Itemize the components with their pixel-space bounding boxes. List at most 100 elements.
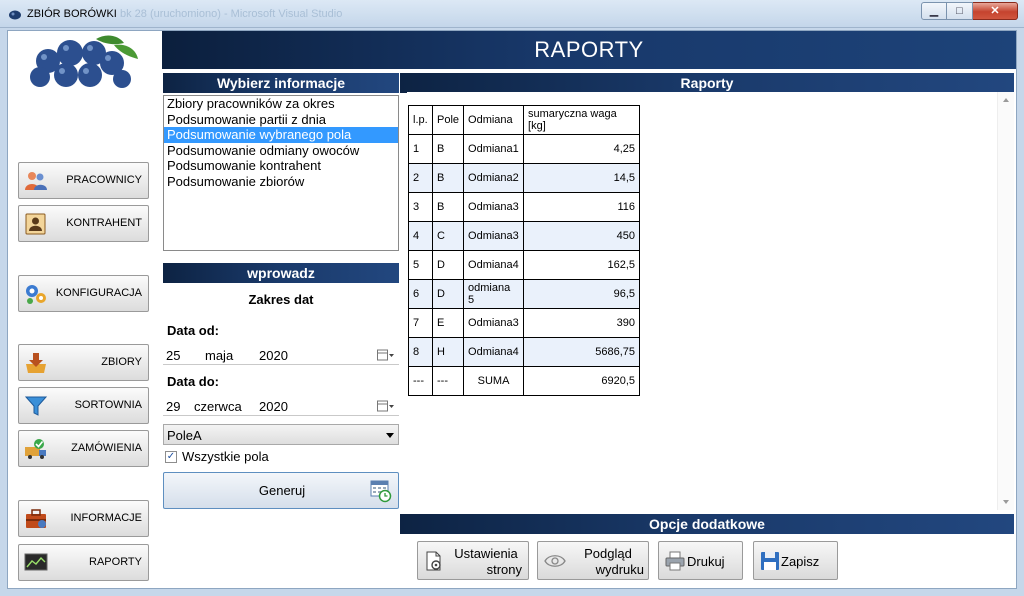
info-list[interactable]: Zbiory pracowników za okres Podsumowanie… bbox=[163, 95, 399, 251]
table-row: 4 C Odmiana3 450 bbox=[408, 221, 641, 251]
report-viewer[interactable]: l.p. Pole Odmiana sumaryczna waga [kg] 1… bbox=[407, 92, 1014, 510]
cell: Odmiana1 bbox=[463, 134, 525, 164]
date-from-day: 25 bbox=[166, 348, 181, 363]
cell: 14,5 bbox=[523, 163, 641, 193]
sidebar-item-pracownicy[interactable]: PRACOWNICY bbox=[18, 162, 149, 199]
date-range-label: Zakres dat bbox=[248, 292, 314, 307]
column-header: l.p. bbox=[408, 105, 433, 135]
sidebar-item-label: KONFIGURACJA bbox=[55, 287, 142, 299]
chevron-down-icon bbox=[386, 433, 394, 438]
close-button[interactable]: ✕ bbox=[973, 2, 1018, 20]
table-row: 6 Dodmiana 5 96,5 bbox=[408, 279, 641, 309]
generate-button[interactable]: Generuj bbox=[163, 472, 399, 509]
cell: odmiana 5 bbox=[463, 279, 525, 309]
sidebar: PRACOWNICY KONTRAHENT KONFIGURACJA ZBIOR… bbox=[8, 31, 160, 588]
table-total-row: --- --- SUMA 6920,5 bbox=[408, 366, 641, 396]
cell: 7 bbox=[408, 308, 433, 338]
calendar-dropdown-icon[interactable] bbox=[377, 349, 395, 361]
list-item[interactable]: Zbiory pracowników za okres bbox=[164, 96, 398, 112]
cell: B bbox=[431, 192, 465, 222]
sidebar-item-kontrahent[interactable]: KONTRAHENT bbox=[18, 205, 149, 242]
report-panel-title: Raporty bbox=[400, 73, 1014, 93]
cell: 5 bbox=[408, 250, 433, 280]
field-select-value: PoleA bbox=[167, 428, 202, 443]
sidebar-item-raporty[interactable]: RAPORTY bbox=[18, 544, 149, 581]
list-item[interactable]: Podsumowanie odmiany owoców bbox=[164, 143, 398, 159]
column-header: Odmiana bbox=[463, 105, 525, 135]
chart-monitor-icon bbox=[24, 553, 48, 571]
funnel-icon bbox=[24, 396, 48, 416]
cell: Odmiana3 bbox=[463, 192, 525, 222]
table-row: 1 B Odmiana1 4,25 bbox=[408, 134, 641, 164]
users-icon bbox=[25, 172, 47, 190]
sidebar-item-label: SORTOWNIA bbox=[74, 399, 142, 411]
date-to-year: 2020 bbox=[259, 399, 288, 414]
cell: --- bbox=[408, 366, 433, 396]
scroll-down-arrow-icon[interactable] bbox=[1003, 500, 1009, 504]
date-to-picker[interactable]: 29 czerwca 2020 bbox=[163, 396, 399, 416]
blueberries-logo bbox=[30, 35, 138, 88]
cell: D bbox=[431, 250, 465, 280]
printer-icon bbox=[665, 551, 685, 571]
table-row: 2 B Odmiana2 14,5 bbox=[408, 163, 641, 193]
list-item[interactable]: Podsumowanie zbiorów bbox=[164, 174, 398, 190]
page-title: RAPORTY bbox=[162, 31, 1016, 69]
print-preview-button[interactable]: Podgląd wydruku bbox=[537, 541, 649, 580]
download-tray-icon bbox=[26, 353, 46, 373]
vertical-scrollbar[interactable] bbox=[997, 92, 1014, 510]
table-row: 3 B Odmiana3 116 bbox=[408, 192, 641, 222]
field-select[interactable]: PoleA bbox=[163, 424, 399, 445]
all-fields-label: Wszystkie pola bbox=[182, 449, 269, 464]
sidebar-item-konfiguracja[interactable]: KONFIGURACJA bbox=[18, 275, 149, 312]
sidebar-item-informacje[interactable]: INFORMACJE bbox=[18, 500, 149, 537]
date-from-month: maja bbox=[205, 348, 234, 363]
eye-icon bbox=[544, 555, 566, 567]
minimize-button[interactable]: ▁ bbox=[921, 2, 947, 20]
contact-card-icon bbox=[25, 213, 46, 235]
list-item-selected[interactable]: Podsumowanie wybranego pola bbox=[164, 127, 398, 143]
list-item[interactable]: Podsumowanie partii z dnia bbox=[164, 112, 398, 128]
cell: 4,25 bbox=[523, 134, 641, 164]
save-button[interactable]: Zapisz bbox=[753, 541, 838, 580]
truck-check-icon bbox=[25, 439, 46, 459]
calendar-dropdown-icon[interactable] bbox=[377, 400, 395, 412]
cell: B bbox=[431, 134, 465, 164]
cell: Odmiana3 bbox=[463, 221, 525, 251]
page-settings-icon bbox=[426, 551, 441, 571]
info-panel-title: Wybierz informacje bbox=[163, 73, 399, 93]
cell: 2 bbox=[408, 163, 433, 193]
cell: 5686,75 bbox=[523, 337, 641, 367]
options-panel-title: Opcje dodatkowe bbox=[400, 514, 1014, 534]
window-ghost-title: bk 28 (uruchomiono) - Microsoft Visual S… bbox=[120, 8, 343, 20]
date-from-picker[interactable]: 25 maja 2020 bbox=[163, 345, 399, 365]
scroll-up-arrow-icon[interactable] bbox=[1003, 98, 1009, 102]
cell: 1 bbox=[408, 134, 433, 164]
sidebar-item-label: INFORMACJE bbox=[70, 512, 143, 524]
table-row: 8 H Odmiana4 5686,75 bbox=[408, 337, 641, 367]
cell: 8 bbox=[408, 337, 433, 367]
all-fields-checkbox[interactable]: ✓ bbox=[165, 451, 177, 463]
maximize-button[interactable]: □ bbox=[947, 2, 973, 20]
sidebar-item-zbiory[interactable]: ZBIORY bbox=[18, 344, 149, 381]
date-to-month: czerwca bbox=[194, 399, 242, 414]
cell: E bbox=[431, 308, 465, 338]
cell: Odmiana3 bbox=[463, 308, 525, 338]
page-setup-button[interactable]: Ustawienia strony bbox=[417, 541, 529, 580]
cell: 116 bbox=[523, 192, 641, 222]
cell: 4 bbox=[408, 221, 433, 251]
column-header: sumaryczna waga [kg] bbox=[523, 105, 641, 135]
input-panel-title: wprowadz bbox=[163, 263, 399, 283]
generate-button-label: Generuj bbox=[258, 483, 306, 498]
report-table: l.p. Pole Odmiana sumaryczna waga [kg] 1… bbox=[408, 105, 641, 396]
print-label: Drukuj bbox=[687, 554, 725, 569]
briefcase-icon bbox=[26, 509, 46, 528]
sidebar-item-zamowienia[interactable]: ZAMÓWIENIA bbox=[18, 430, 149, 467]
cell: 96,5 bbox=[523, 279, 641, 309]
date-from-label: Data od: bbox=[167, 323, 219, 338]
date-from-year: 2020 bbox=[259, 348, 288, 363]
floppy-disk-icon bbox=[761, 552, 779, 570]
sidebar-item-sortownia[interactable]: SORTOWNIA bbox=[18, 387, 149, 424]
list-item[interactable]: Podsumowanie kontrahent bbox=[164, 158, 398, 174]
print-button[interactable]: Drukuj bbox=[658, 541, 743, 580]
cell: 450 bbox=[523, 221, 641, 251]
